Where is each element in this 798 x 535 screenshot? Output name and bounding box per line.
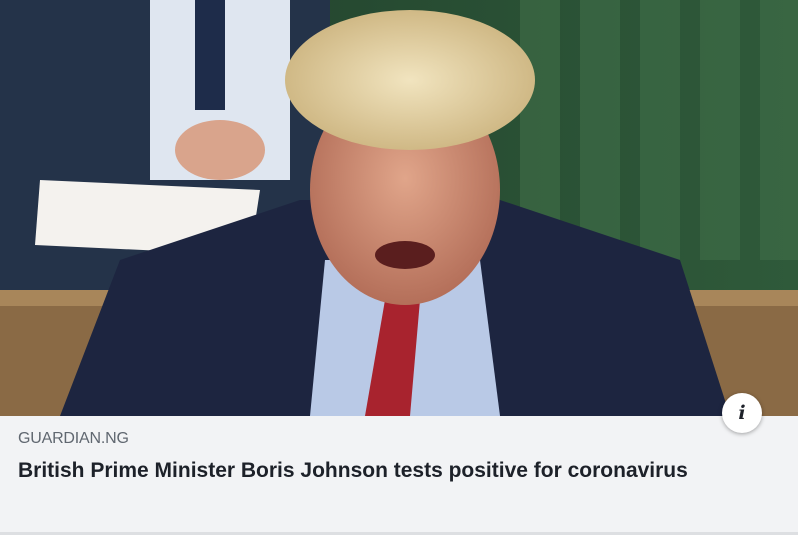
article-title[interactable]: British Prime Minister Boris Johnson tes… [18,456,698,485]
preview-photo-illustration [0,0,798,416]
info-icon[interactable]: i [722,393,762,433]
preview-caption[interactable]: GUARDIAN.NG British Prime Minister Boris… [0,416,798,535]
source-domain: GUARDIAN.NG [18,430,129,447]
preview-image[interactable] [0,0,798,416]
link-preview-card[interactable]: GUARDIAN.NG British Prime Minister Boris… [0,0,798,535]
